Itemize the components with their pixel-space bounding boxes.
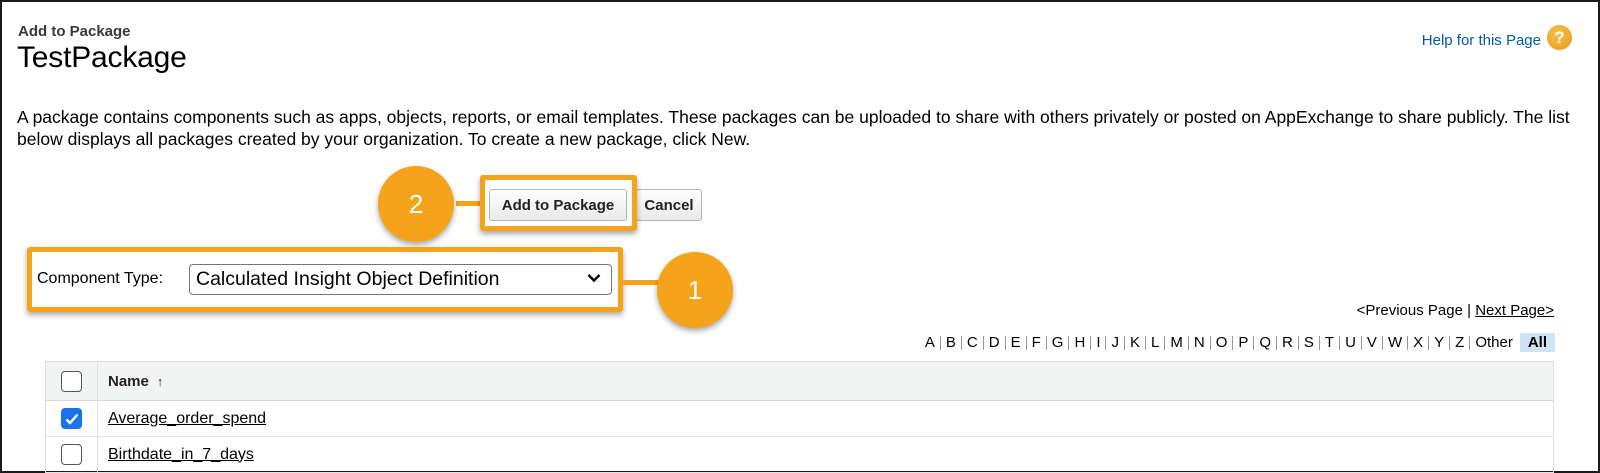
previous-page-text: <Previous Page — [1356, 302, 1463, 319]
row-select-cell — [46, 401, 98, 436]
alpha-filter-other[interactable]: Other — [1470, 335, 1518, 350]
callout-highlight-2 — [480, 175, 637, 231]
alpha-filter-z[interactable]: Z — [1450, 335, 1471, 350]
component-name-link[interactable]: Average_order_spend — [108, 410, 266, 427]
row-checkbox[interactable] — [61, 408, 82, 429]
alpha-filter-all[interactable]: All — [1519, 333, 1555, 352]
components-table: Name ↑ Average_order_spend Birthdate_in_7_… — [45, 361, 1554, 473]
page-title: TestPackage — [17, 41, 187, 74]
alpha-filter-v[interactable]: V — [1362, 335, 1383, 350]
callout-badge-1: 1 — [657, 252, 733, 328]
select-all-cell — [46, 362, 98, 400]
alpha-filter-x[interactable]: X — [1408, 335, 1430, 350]
alpha-filter-a[interactable]: A — [920, 335, 941, 350]
select-all-checkbox[interactable] — [61, 370, 82, 392]
alpha-filter-c[interactable]: C — [962, 335, 984, 350]
checkmark-icon — [65, 413, 78, 425]
alpha-filter-q[interactable]: Q — [1254, 335, 1278, 350]
alpha-filter-g[interactable]: G — [1047, 335, 1070, 350]
alpha-filter-e[interactable]: E — [1006, 335, 1027, 350]
alpha-filter-r[interactable]: R — [1277, 335, 1299, 350]
breadcrumb: Add to Package — [18, 23, 131, 40]
alpha-filter-n[interactable]: N — [1189, 335, 1211, 350]
alpha-filter-y[interactable]: Y — [1429, 335, 1451, 350]
alpha-filter-w[interactable]: W — [1383, 335, 1409, 350]
alpha-filter-b[interactable]: B — [941, 335, 962, 350]
alpha-filter-d[interactable]: D — [984, 335, 1006, 350]
alpha-filter-o[interactable]: O — [1211, 335, 1234, 350]
pager-separator: | — [1467, 302, 1472, 319]
help-icon[interactable]: ? — [1547, 25, 1572, 50]
alpha-filter-m[interactable]: M — [1165, 335, 1189, 350]
alpha-filter-u[interactable]: U — [1340, 335, 1362, 350]
alpha-filter-p[interactable]: P — [1233, 335, 1255, 350]
component-name-link[interactable]: Birthdate_in_7_days — [108, 446, 254, 463]
callout-badge-2: 2 — [378, 166, 454, 242]
callout-highlight-1 — [27, 247, 623, 312]
page-description: A package contains components such as ap… — [17, 107, 1570, 149]
help-link[interactable]: Help for this Page — [1422, 32, 1541, 49]
table-row: Average_order_spend — [46, 401, 1553, 437]
alpha-filter-j[interactable]: J — [1106, 335, 1125, 350]
name-column-label: Name — [108, 372, 149, 390]
table-header: Name ↑ — [46, 361, 1553, 401]
row-name-cell: Birthdate_in_7_days — [98, 446, 254, 464]
alpha-filter-t[interactable]: T — [1320, 335, 1341, 350]
pager: <Previous Page | Next Page> — [1357, 302, 1554, 319]
row-name-cell: Average_order_spend — [98, 410, 266, 428]
row-select-cell — [46, 437, 98, 472]
table-row: Birthdate_in_7_days — [46, 437, 1553, 473]
alpha-filter-s[interactable]: S — [1299, 335, 1320, 350]
alpha-filter-h[interactable]: H — [1069, 335, 1092, 350]
alpha-filter-k[interactable]: K — [1125, 335, 1146, 350]
callout-connector-2 — [456, 201, 482, 206]
alpha-filter-f[interactable]: F — [1027, 335, 1047, 350]
next-page-link[interactable]: Next Page> — [1475, 302, 1554, 319]
alphabet-filter: A B C D E F G H I J K L M N O P Q R S T U V W X Y Z Other All — [920, 333, 1555, 352]
alpha-filter-i[interactable]: I — [1091, 335, 1107, 350]
name-column-header[interactable]: Name ↑ — [98, 373, 163, 390]
row-checkbox[interactable] — [61, 444, 82, 465]
sort-ascending-icon[interactable]: ↑ — [157, 374, 164, 389]
cancel-button[interactable]: Cancel — [636, 189, 702, 221]
alpha-filter-l[interactable]: L — [1146, 335, 1166, 350]
